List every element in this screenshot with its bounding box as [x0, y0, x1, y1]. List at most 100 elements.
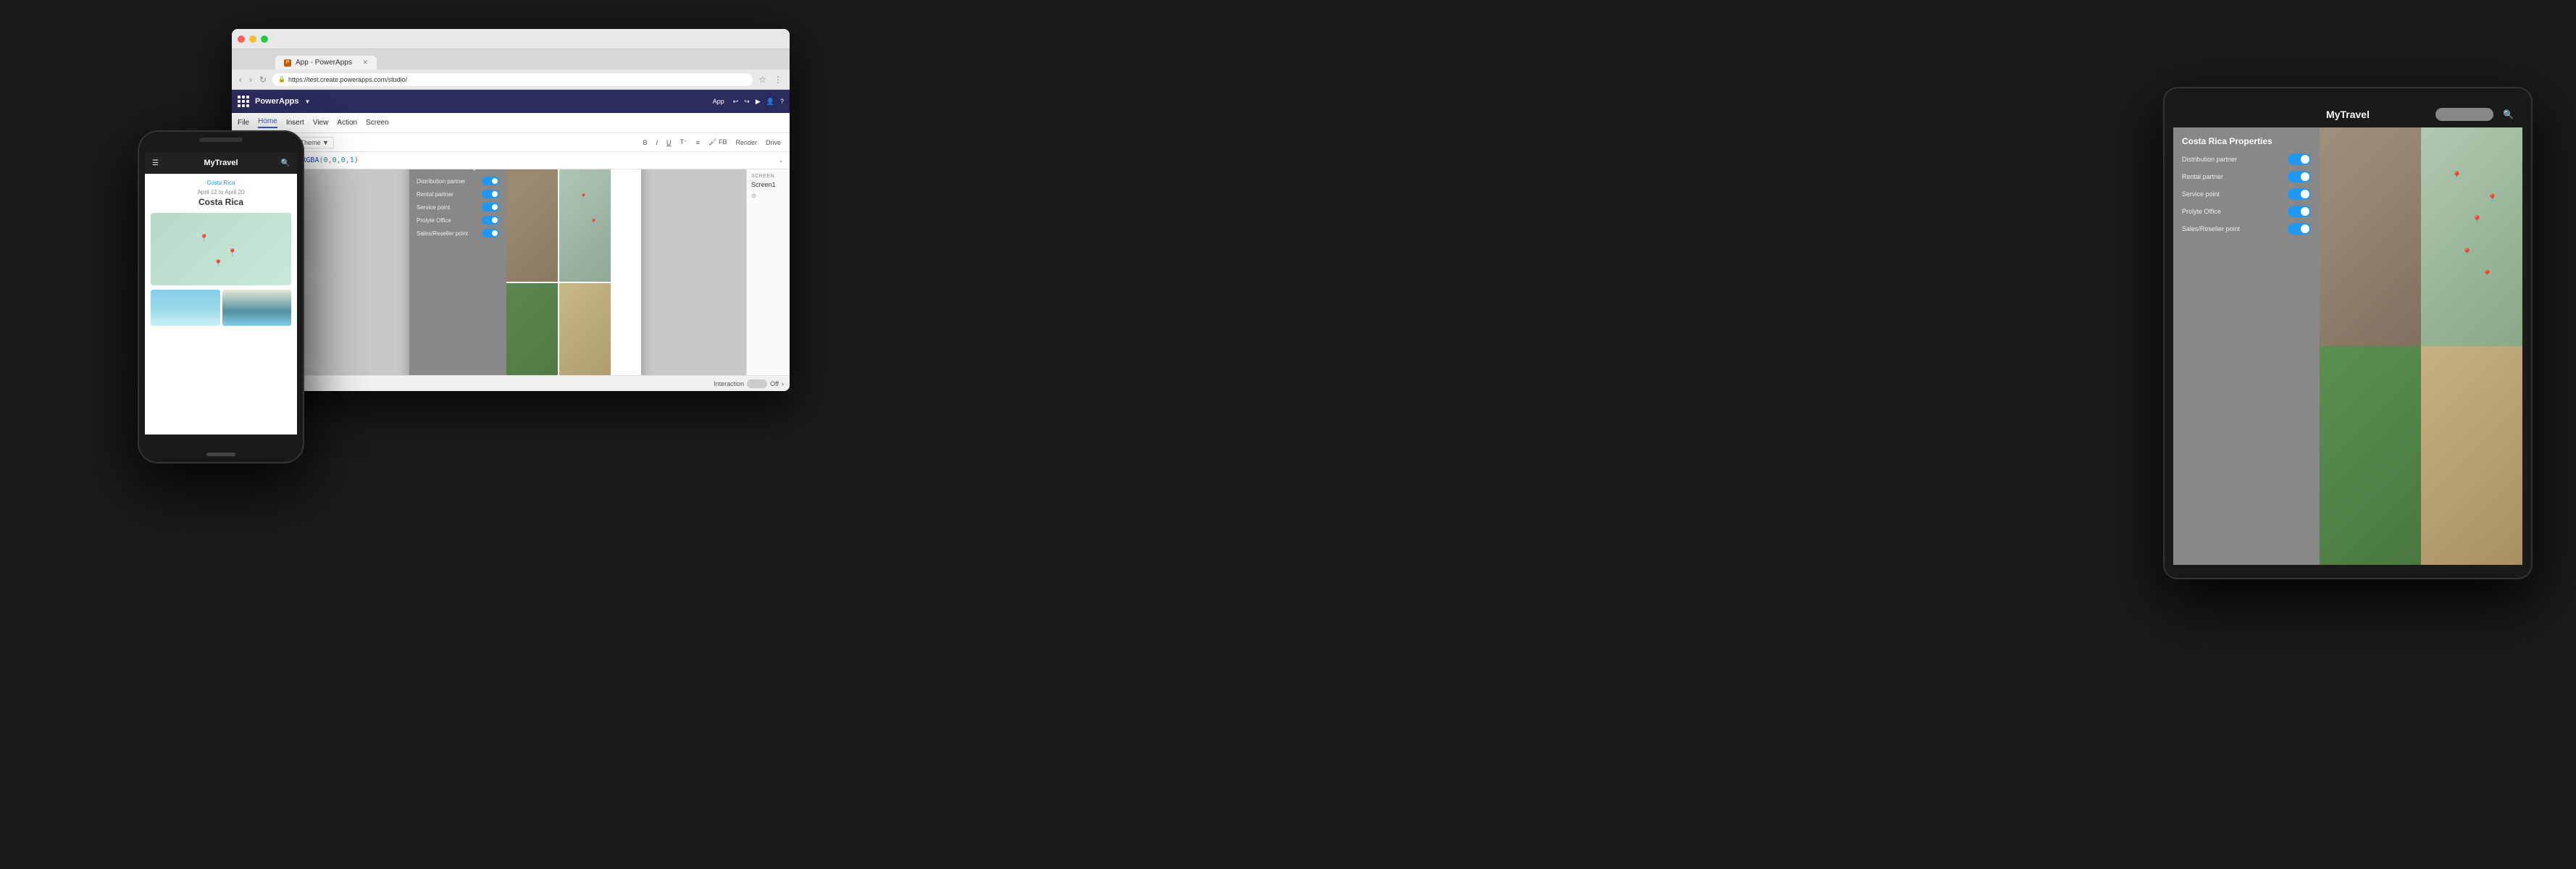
phone-menu-icon[interactable]: ☰ [152, 159, 159, 167]
tab-close-icon[interactable]: ✕ [362, 59, 368, 67]
tablet-toggle-rental: Rental partner [2182, 171, 2311, 182]
tablet-map-pin2: 📍 [2472, 215, 2483, 225]
interaction-toggle-switch[interactable] [747, 379, 767, 388]
tablet-device: MyTravel 🔍 Costa Rica Properties Distrib… [2163, 87, 2533, 579]
underline-button[interactable]: U [664, 138, 674, 148]
interaction-toggle-group: Interaction Off › [714, 379, 784, 388]
phone-breadcrumb: Costa Rica [151, 180, 291, 186]
tablet-photo-grid-top: 📍 📍 📍 📍 📍 [2320, 127, 2522, 346]
user-icon[interactable]: 👤 [766, 98, 774, 106]
tablet-header: MyTravel 🔍 [2173, 101, 2522, 127]
tablet-map-pin4: 📍 [2462, 248, 2472, 258]
pa-file-menu: File Home Insert View Action Screen [232, 113, 790, 133]
menu-file[interactable]: File [238, 119, 249, 127]
tablet-title: MyTravel [2326, 109, 2370, 120]
phone-title: MyTravel [204, 159, 238, 167]
pa-brand: PowerApps [255, 97, 299, 106]
align-button[interactable]: ≡ [693, 138, 703, 148]
toggle-service-switch[interactable] [482, 203, 499, 211]
tablet-toggle-service-switch[interactable] [2288, 188, 2311, 200]
tablet-toggle-prolyte: Prolyte Office [2182, 206, 2311, 217]
help-icon[interactable]: ? [780, 98, 784, 105]
address-field[interactable]: 🔒 https://test.create.powerapps.com/stud… [272, 73, 753, 86]
toggle-sales: Sales/Reseller point [417, 229, 499, 238]
close-button[interactable] [238, 35, 245, 43]
pa-menubar: PowerApps ▼ App ↩ ↪ ▶ 👤 ? [232, 90, 790, 113]
drive-button[interactable]: Drive [763, 138, 784, 148]
phone-location: Costa Rica [151, 197, 291, 207]
tablet-toggle-prolyte-switch[interactable] [2288, 206, 2311, 217]
waffle-icon[interactable] [238, 96, 249, 107]
powerapps-ui: PowerApps ▼ App ↩ ↪ ▶ 👤 ? File Home Inse… [232, 90, 790, 391]
tab-title: App - PowerApps [296, 59, 352, 67]
phone-search-icon[interactable]: 🔍 [281, 159, 290, 167]
phone-screen: ☰ MyTravel 🔍 Costa Rica April 12 to Apri… [145, 152, 297, 434]
menu-view[interactable]: View [313, 119, 329, 127]
toggle-prolyte: Prolyte Office [417, 216, 499, 224]
tablet-toggle-service: Service point [2182, 188, 2311, 200]
tablet-section-title: Costa Rica Properties [2182, 136, 2311, 146]
phone-img-pool [222, 290, 292, 326]
canvas-photo-house [506, 283, 558, 375]
phone-device: ☰ MyTravel 🔍 Costa Rica April 12 to Apri… [138, 130, 304, 463]
tablet-photo-chairs [2320, 127, 2421, 346]
tab-favicon: P [284, 59, 291, 67]
menu-screen[interactable]: Screen [366, 119, 389, 127]
canvas-app-preview: MyTravel 🔍 Costa Rica Properties Distrib… [409, 169, 641, 375]
font-size-button[interactable]: T⁻ [677, 137, 690, 148]
toggle-rental: Rental partner [417, 190, 499, 198]
toggle-distribution-switch[interactable] [482, 177, 499, 185]
fill-button[interactable]: 🖌 FB [706, 137, 729, 148]
tablet-map-top: 📍 📍 📍 📍 📍 [2421, 127, 2522, 346]
phone-map-pin1: 📍 [200, 235, 209, 243]
phone-images [151, 290, 291, 326]
menu-action[interactable]: Action [337, 119, 357, 127]
tablet-map-pin3: 📍 [2487, 193, 2498, 203]
italic-button[interactable]: I [653, 138, 661, 148]
tablet-left-panel: Costa Rica Properties Distribution partn… [2173, 127, 2320, 565]
menu-insert[interactable]: Insert [286, 119, 304, 127]
render-button[interactable]: Render [732, 138, 760, 148]
phone-map: 📍 📍 📍 [151, 213, 291, 285]
browser-tab[interactable]: P App - PowerApps ✕ [275, 56, 377, 70]
redo-icon[interactable]: ↪ [744, 98, 750, 106]
back-button[interactable]: ‹ [238, 73, 243, 86]
pa-bottom-bar: Screen1 Interaction Off › [232, 375, 790, 391]
phone-notch [199, 138, 243, 142]
browser-window: P App - PowerApps ✕ ‹ › ↻ 🔒 https://test… [232, 29, 790, 391]
tablet-search-icon[interactable]: 🔍 [2503, 109, 2514, 119]
tablet-screen: MyTravel 🔍 Costa Rica Properties Distrib… [2173, 101, 2522, 565]
settings-icon[interactable]: ⋮ [772, 73, 784, 86]
costa-rica-props-section: Costa Rica Properties Distribution partn… [409, 169, 506, 375]
minimize-button[interactable] [249, 35, 256, 43]
toggle-sales-switch[interactable] [482, 229, 499, 238]
properties-icon[interactable]: ⚙ [751, 193, 785, 199]
format-tools: B I U T⁻ ≡ 🖌 FB Render Drive [640, 137, 784, 148]
menu-home[interactable]: Home [258, 117, 277, 128]
canvas-photo-grid: 📍 📍 [506, 169, 611, 375]
tablet-toggle-distribution-switch[interactable] [2288, 154, 2311, 165]
canvas-photo-living [559, 283, 611, 375]
phone-home-button[interactable] [206, 453, 235, 456]
phone-map-pin3: 📍 [214, 260, 222, 268]
tablet-search-box[interactable] [2435, 108, 2493, 121]
tablet-toggle-rental-switch[interactable] [2288, 171, 2311, 182]
tablet-toggle-distribution: Distribution partner [2182, 154, 2311, 165]
toggle-prolyte-switch[interactable] [482, 216, 499, 224]
phone-content: Costa Rica April 12 to April 20 Costa Ri… [145, 174, 297, 336]
map-pin2: 📍 [590, 219, 598, 225]
scene: P App - PowerApps ✕ ‹ › ↻ 🔒 https://test… [0, 0, 2576, 869]
undo-icon[interactable]: ↩ [733, 98, 739, 106]
reload-button[interactable]: ↻ [258, 73, 268, 86]
bold-button[interactable]: B [640, 138, 650, 148]
bookmark-icon[interactable]: ☆ [757, 73, 768, 86]
maximize-button[interactable] [261, 35, 268, 43]
tablet-toggle-sales-switch[interactable] [2288, 223, 2311, 235]
canvas-map-top: 📍 📍 [559, 169, 611, 282]
tablet-photo-house [2320, 346, 2421, 565]
formula-input[interactable]: RGBA(0,0,0,1) [301, 156, 774, 164]
toggle-rental-switch[interactable] [482, 190, 499, 198]
forward-button[interactable]: › [248, 73, 254, 86]
preview-icon[interactable]: ▶ [756, 98, 761, 106]
formula-expand-icon[interactable]: ⌄ [778, 156, 784, 164]
